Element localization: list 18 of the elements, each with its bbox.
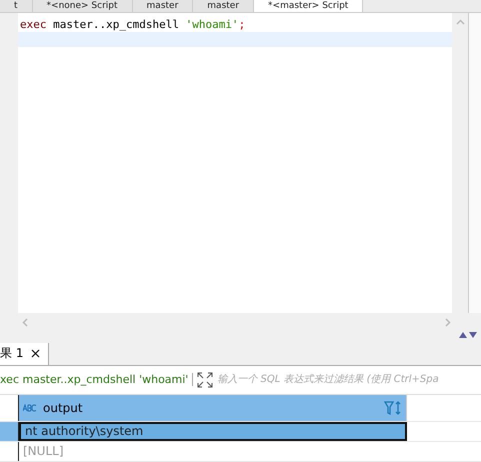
editor-tab[interactable]: master bbox=[132, 0, 194, 12]
result-tab[interactable]: 果 1 bbox=[0, 342, 50, 365]
column-title: output bbox=[43, 400, 84, 415]
down-arrow-icon[interactable] bbox=[469, 332, 477, 338]
column-header[interactable]: output bbox=[19, 394, 407, 421]
text-type-icon bbox=[23, 404, 39, 412]
editor-tab[interactable]: master bbox=[193, 0, 254, 12]
expand-icon[interactable] bbox=[197, 372, 214, 388]
vertical-scrollbar[interactable] bbox=[452, 13, 468, 313]
row-header[interactable] bbox=[0, 422, 19, 441]
editor-tab[interactable]: *<none> Script bbox=[32, 0, 133, 12]
table-cell[interactable]: nt authority\system bbox=[19, 422, 407, 441]
editor-tab[interactable]: t bbox=[0, 0, 33, 12]
code-line: exec master..xp_cmdshell 'whoami'; bbox=[19, 17, 246, 32]
tab-label: 果 1 bbox=[0, 345, 24, 362]
up-arrow-icon[interactable] bbox=[459, 332, 467, 338]
query-text: xec master..xp_cmdshell 'whoami' bbox=[0, 373, 194, 386]
editor-tab[interactable]: *<master> Script bbox=[254, 0, 364, 12]
